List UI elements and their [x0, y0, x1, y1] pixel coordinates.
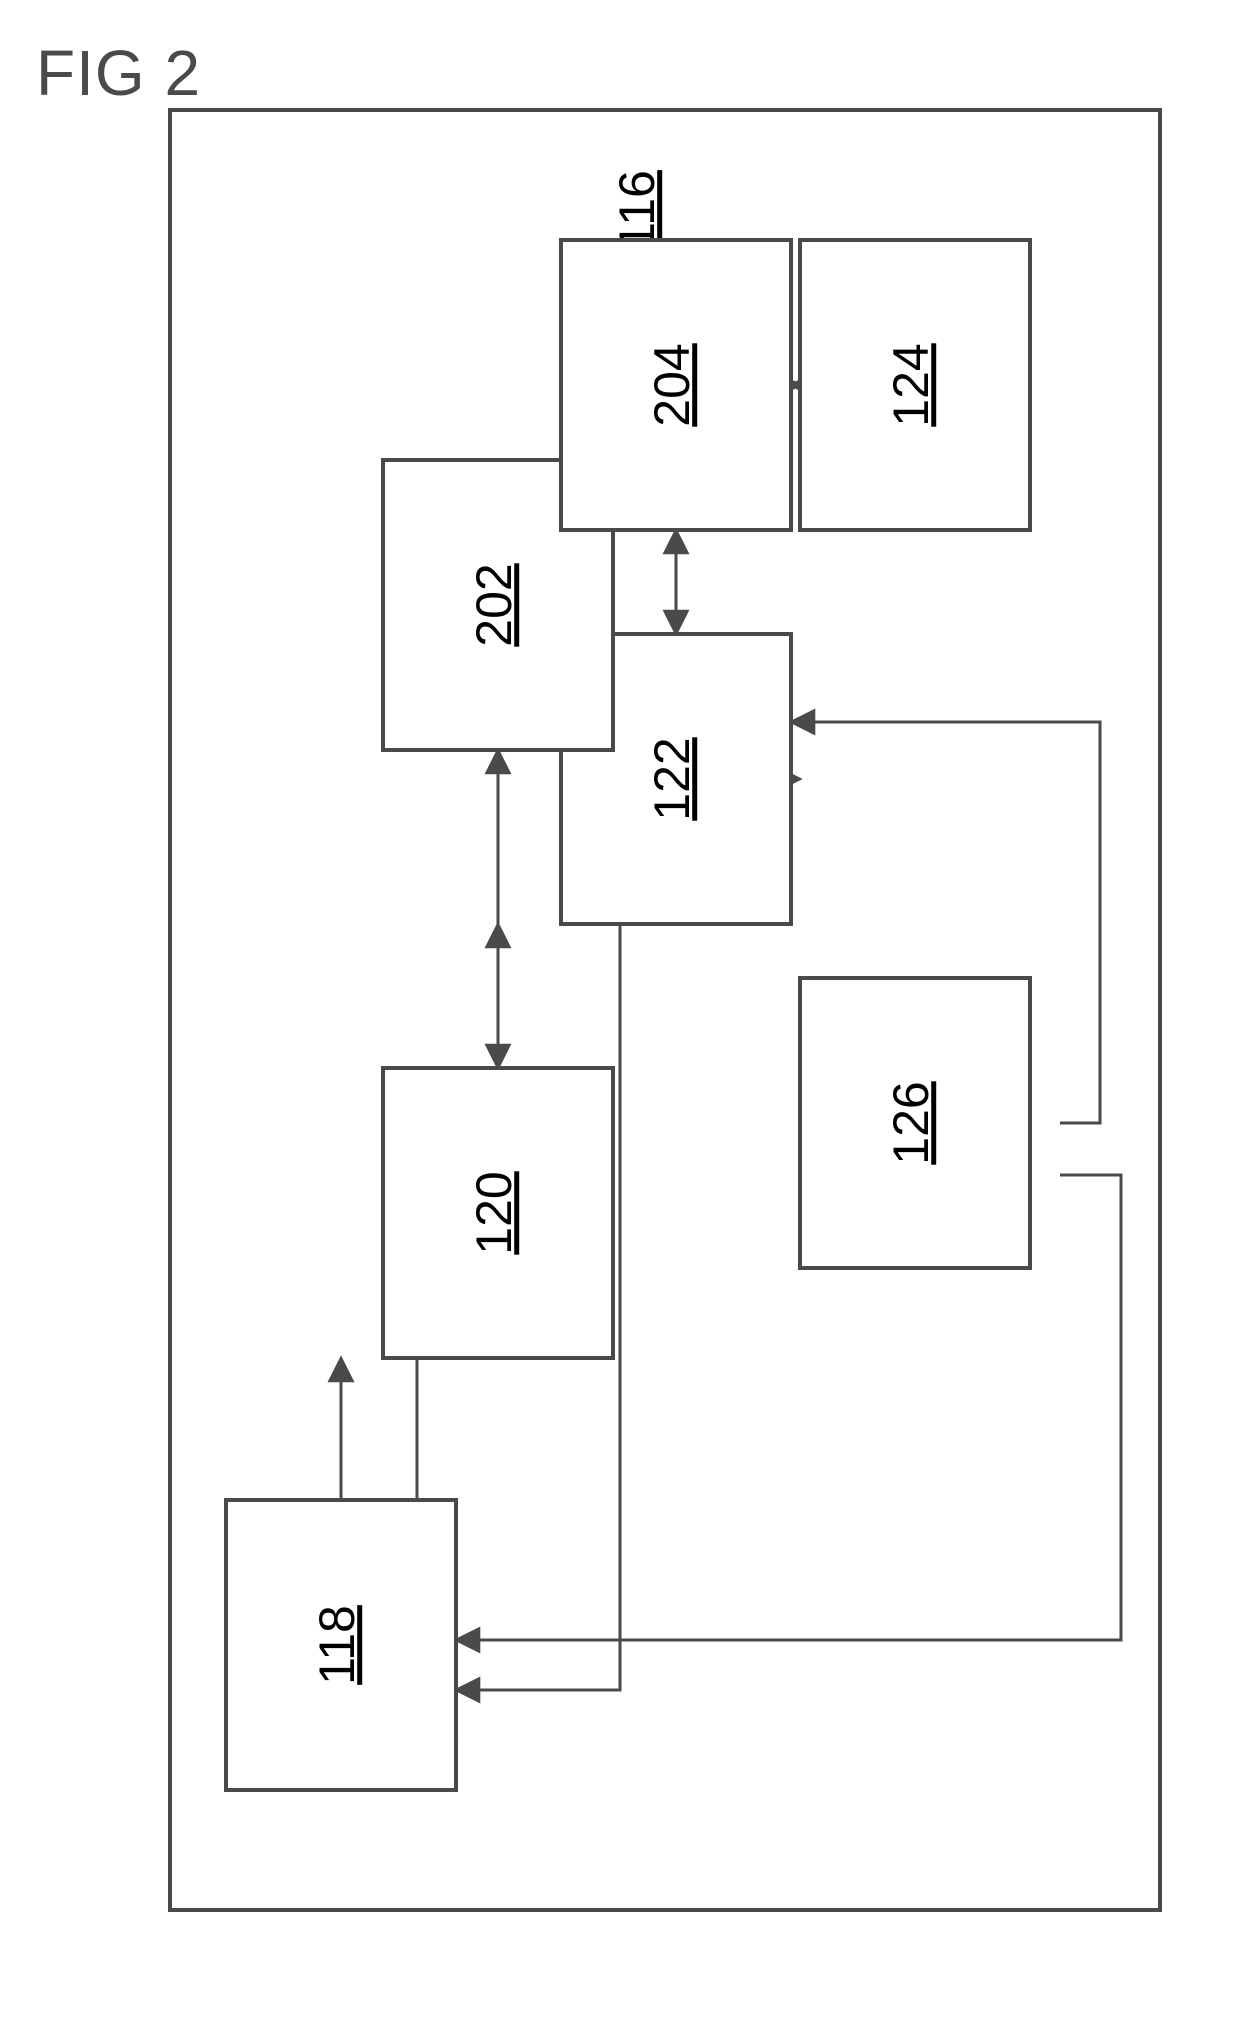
block-label-b120: 120	[466, 1171, 522, 1254]
diagram-page: FIG 2 116118120122124126202204	[0, 0, 1240, 2019]
diagram-canvas: 116 118 120 122 124 126 202 204	[0, 0, 1240, 2019]
block-label-b118: 118	[309, 1605, 365, 1685]
block-label-b122: 122	[644, 737, 700, 820]
block-label-b204: 204	[644, 343, 700, 426]
block-label-b126: 126	[883, 1081, 939, 1164]
container-label: 116	[609, 170, 665, 250]
block-label-b124: 124	[883, 343, 939, 426]
block-label-b202: 202	[466, 563, 522, 646]
